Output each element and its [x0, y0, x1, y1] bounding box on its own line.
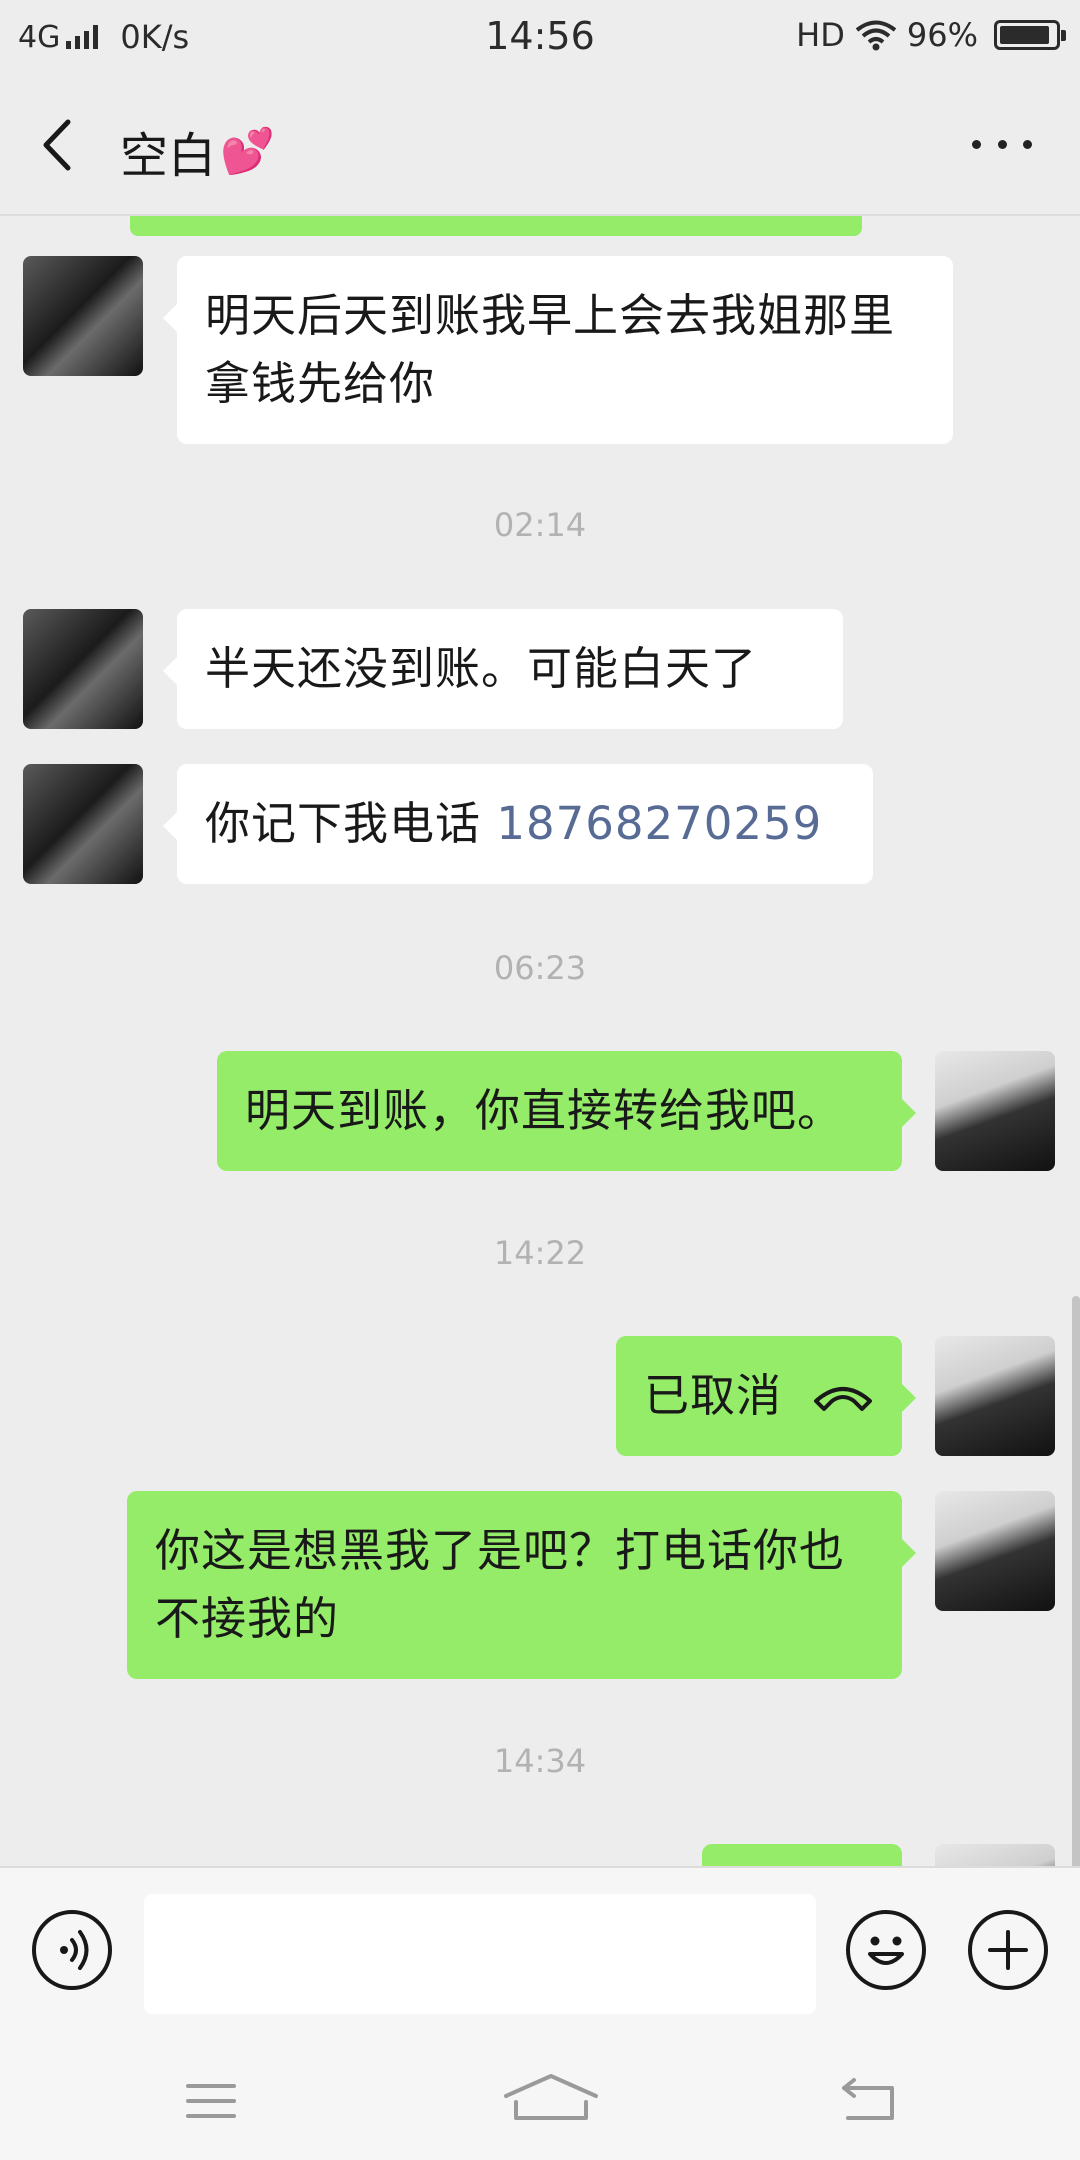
- message-bubble[interactable]: 明天到账，你直接转给我吧。: [217, 1051, 916, 1171]
- message-list[interactable]: 明天后天到账我早上会去我姐那里拿钱先给你 02:14 半天还没到账。可能白天了 …: [0, 216, 1080, 1866]
- message-text: 你记下我电话: [205, 797, 497, 850]
- voice-input-icon[interactable]: [32, 1910, 112, 1990]
- call-record-bubble[interactable]: 已取消: [616, 1336, 916, 1456]
- message-timestamp: 06:23: [493, 949, 587, 987]
- my-avatar[interactable]: [935, 1491, 1055, 1611]
- message-bubble[interactable]: 半天还没到账。可能白天了: [163, 609, 843, 729]
- hd-indicator: HD: [796, 16, 845, 54]
- message-input[interactable]: [144, 1894, 816, 2014]
- emoji-icon[interactable]: [846, 1910, 926, 1990]
- home-icon[interactable]: [496, 2066, 606, 2136]
- message-text: 明天到账，你直接转给我吧。: [245, 1084, 844, 1137]
- status-right: HD 96%: [796, 16, 1066, 54]
- battery-percent: 96%: [906, 16, 978, 54]
- message-text: 已取消: [644, 1369, 783, 1422]
- message-bubble[interactable]: 明天后天到账我早上会去我姐那里拿钱先给你: [163, 256, 953, 444]
- contact-avatar[interactable]: [23, 256, 143, 376]
- my-avatar[interactable]: [935, 1051, 1055, 1171]
- message-timestamp: 14:22: [493, 1234, 587, 1272]
- phone-number-link[interactable]: 18768270259: [496, 797, 822, 850]
- partial-message-bubble: [130, 216, 862, 236]
- message-bubble[interactable]: 你记下我电话 18768270259: [163, 764, 873, 884]
- wifi-icon: [855, 20, 897, 51]
- contact-avatar[interactable]: [23, 764, 143, 884]
- more-options-icon[interactable]: [972, 134, 1032, 154]
- message-timestamp: 02:14: [493, 506, 587, 544]
- system-nav-bar: [0, 2036, 1080, 2160]
- partial-message-bubble[interactable]: [702, 1844, 902, 1866]
- battery-icon: [994, 20, 1066, 50]
- heart-emoji-icon: 💕: [220, 126, 275, 177]
- contact-name: 空白: [120, 128, 217, 184]
- my-avatar[interactable]: [935, 1844, 1055, 1866]
- chat-header: 空白 💕: [0, 74, 1080, 216]
- message-text: 半天还没到账。可能白天了: [205, 642, 758, 695]
- menu-icon[interactable]: [166, 2066, 256, 2136]
- input-bar: [0, 1866, 1080, 2036]
- back-arrow-icon[interactable]: [30, 110, 90, 180]
- add-attachment-icon[interactable]: [968, 1910, 1048, 1990]
- chat-title: 空白 💕: [120, 116, 275, 186]
- my-avatar[interactable]: [935, 1336, 1055, 1456]
- scrollbar[interactable]: [1072, 1296, 1080, 1866]
- message-text: 明天后天到账我早上会去我姐那里拿钱先给你: [205, 289, 896, 410]
- message-text: 你这是想黑我了是吧？打电话你也不接我的: [155, 1524, 846, 1645]
- phone-hangup-icon: [814, 1387, 872, 1411]
- status-bar: 4G 0K/s 14:56 HD 96%: [0, 0, 1080, 74]
- back-nav-icon[interactable]: [826, 2066, 916, 2136]
- message-bubble[interactable]: 你这是想黑我了是吧？打电话你也不接我的: [127, 1491, 916, 1679]
- contact-avatar[interactable]: [23, 609, 143, 729]
- message-timestamp: 14:34: [493, 1742, 587, 1780]
